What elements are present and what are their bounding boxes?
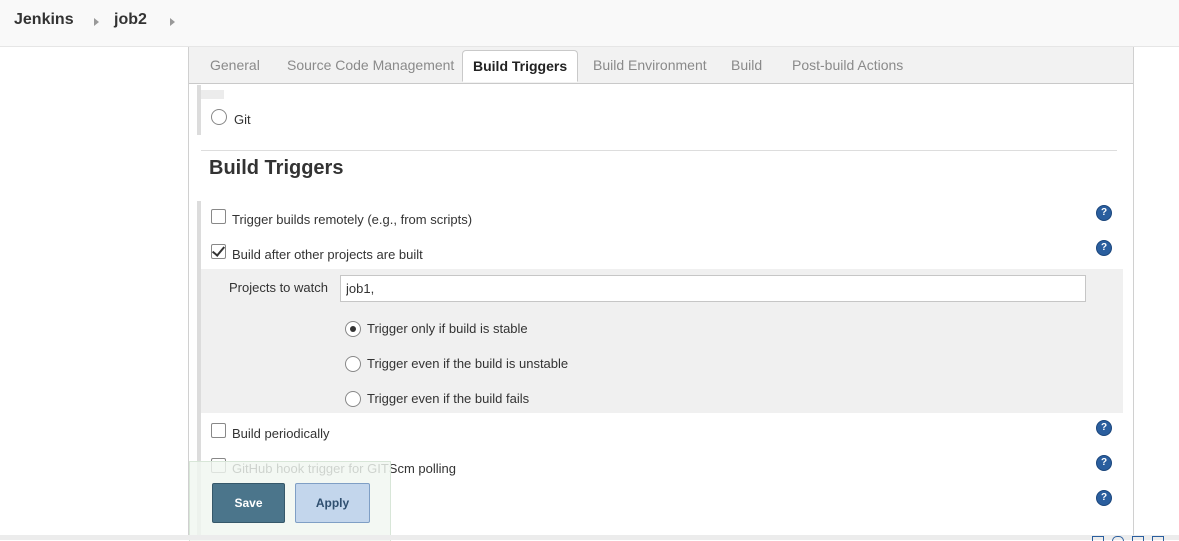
projects-to-watch-input[interactable] xyxy=(340,275,1086,302)
trigger-stable-label[interactable]: Trigger only if build is stable xyxy=(367,321,528,336)
apply-button[interactable]: Apply xyxy=(295,483,370,523)
trigger-fails-radio[interactable] xyxy=(345,391,361,407)
section-divider xyxy=(201,150,1117,151)
config-tab-bar: General Source Code Management Build Tri… xyxy=(189,47,1133,84)
breadcrumb-job-link[interactable]: job2 xyxy=(114,11,147,29)
projects-to-watch-label: Projects to watch xyxy=(229,280,328,295)
build-after-other-label[interactable]: Build after other projects are built xyxy=(232,247,423,262)
trigger-remotely-checkbox[interactable] xyxy=(211,209,226,224)
tab-build-triggers[interactable]: Build Triggers xyxy=(462,50,579,82)
scm-git-label: Git xyxy=(234,112,251,127)
help-icon[interactable]: ? xyxy=(1096,490,1112,506)
page-footer xyxy=(0,535,1179,540)
tab-post-build-actions[interactable]: Post-build Actions xyxy=(792,57,903,73)
build-after-other-checkbox[interactable] xyxy=(211,244,226,259)
footer-link-icon[interactable] xyxy=(1112,536,1124,541)
breadcrumb-chevron-icon[interactable] xyxy=(94,18,99,26)
build-periodically-checkbox[interactable] xyxy=(211,423,226,438)
form-action-bar: Save Apply xyxy=(189,461,391,541)
breadcrumb-chevron-icon[interactable] xyxy=(170,18,175,26)
section-title: Build Triggers xyxy=(209,157,344,179)
trigger-remotely-label[interactable]: Trigger builds remotely (e.g., from scri… xyxy=(232,212,472,227)
trigger-unstable-radio[interactable] xyxy=(345,356,361,372)
breadcrumb-jenkins-link[interactable]: Jenkins xyxy=(14,11,74,29)
footer-link-icon[interactable] xyxy=(1152,536,1164,541)
tab-build-environment[interactable]: Build Environment xyxy=(593,57,707,73)
footer-link-icon[interactable] xyxy=(1132,536,1144,541)
tab-source-code-management[interactable]: Source Code Management xyxy=(287,57,454,73)
footer-link-icon[interactable] xyxy=(1092,536,1104,541)
trigger-unstable-label[interactable]: Trigger even if the build is unstable xyxy=(367,356,568,371)
scm-git-radio[interactable] xyxy=(211,109,227,125)
scm-block xyxy=(201,90,224,99)
help-icon[interactable]: ? xyxy=(1096,455,1112,471)
build-periodically-label[interactable]: Build periodically xyxy=(232,426,330,441)
breadcrumb-bar: Jenkins job2 xyxy=(0,0,1179,47)
help-icon[interactable]: ? xyxy=(1096,420,1112,436)
save-button[interactable]: Save xyxy=(212,483,285,523)
tab-general[interactable]: General xyxy=(210,57,260,73)
help-icon[interactable]: ? xyxy=(1096,205,1112,221)
trigger-stable-radio[interactable] xyxy=(345,321,361,337)
help-icon[interactable]: ? xyxy=(1096,240,1112,256)
tab-build[interactable]: Build xyxy=(731,57,762,73)
trigger-fails-label[interactable]: Trigger even if the build fails xyxy=(367,391,529,406)
